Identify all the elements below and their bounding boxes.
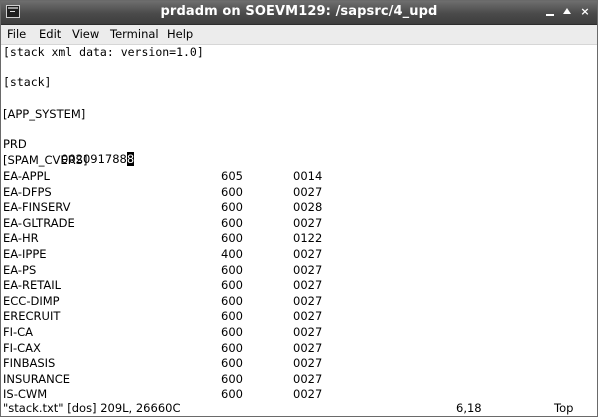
minimize-button[interactable] bbox=[543, 5, 557, 19]
component-release: 600 bbox=[221, 262, 243, 277]
component-level: 0122 bbox=[293, 231, 323, 246]
menu-file[interactable]: File bbox=[7, 27, 26, 41]
component-release: 605 bbox=[221, 169, 243, 183]
component-row: EA-APPL 605 0014 bbox=[1, 169, 597, 184]
component-name: EA-HR bbox=[3, 231, 39, 246]
component-name: EA-GLTRADE bbox=[3, 215, 75, 230]
status-file-info: "stack.txt" [dos] 209L, 26660C bbox=[3, 401, 181, 415]
component-release: 600 bbox=[221, 340, 243, 355]
component-row: ECC-DIMP 600 0027 bbox=[1, 294, 597, 309]
component-row: FI-CAX 600 0027 bbox=[1, 341, 597, 356]
component-level: 0027 bbox=[293, 293, 323, 308]
cursor: 8 bbox=[126, 152, 135, 166]
component-level: 0014 bbox=[293, 169, 323, 183]
status-scroll: Top bbox=[554, 401, 574, 415]
title-bar[interactable]: prdadm on SOEVM129: /sapsrc/4_upd × bbox=[1, 1, 597, 25]
component-name: EA-FINSERV bbox=[3, 200, 71, 215]
component-level: 0027 bbox=[293, 278, 323, 293]
maximize-button[interactable] bbox=[560, 5, 574, 19]
component-row: EA-PS 600 0027 bbox=[1, 263, 597, 278]
component-row: EA-DFPS 600 0027 bbox=[1, 185, 597, 200]
component-release: 600 bbox=[221, 387, 243, 402]
terminal-content[interactable]: [stack xml data: version=1.0] [stack] [A… bbox=[1, 45, 597, 416]
component-level: 0027 bbox=[293, 309, 323, 324]
component-level: 0027 bbox=[293, 215, 323, 230]
menu-view[interactable]: View bbox=[72, 27, 99, 41]
component-release: 600 bbox=[221, 293, 243, 308]
component-name: EA-APPL bbox=[3, 169, 50, 183]
component-row: INSURANCE 600 0027 bbox=[1, 372, 597, 387]
component-row: FI-CA 600 0027 bbox=[1, 325, 597, 340]
maximize-icon bbox=[563, 8, 571, 14]
component-name: ECC-DIMP bbox=[3, 293, 60, 308]
component-release: 600 bbox=[221, 309, 243, 324]
component-release: 600 bbox=[221, 356, 243, 371]
component-name: EA-PS bbox=[3, 262, 37, 277]
component-release: 600 bbox=[221, 325, 243, 339]
header-line: [stack xml data: version=1.0] bbox=[3, 45, 204, 59]
menu-help[interactable]: Help bbox=[167, 27, 193, 41]
component-name: ERECRUIT bbox=[3, 309, 61, 324]
component-row: ERECRUIT 600 0027 bbox=[1, 309, 597, 324]
component-row: EA-GLTRADE 600 0027 bbox=[1, 216, 597, 231]
app-system-row: PRD 0020917888 bbox=[1, 122, 597, 166]
component-release: 400 bbox=[221, 247, 243, 261]
component-name: EA-RETAIL bbox=[3, 278, 62, 293]
component-row: EA-FINSERV 600 0028 bbox=[1, 200, 597, 215]
component-level: 0027 bbox=[293, 184, 323, 199]
terminal-window: prdadm on SOEVM129: /sapsrc/4_upd × File… bbox=[0, 0, 598, 417]
menu-terminal[interactable]: Terminal bbox=[110, 27, 159, 41]
component-level: 0027 bbox=[293, 371, 323, 386]
component-level: 0027 bbox=[293, 356, 323, 371]
component-row: FINBASIS 600 0027 bbox=[1, 356, 597, 371]
app-system-header: [APP_SYSTEM] bbox=[3, 107, 86, 121]
minimize-icon bbox=[546, 14, 554, 16]
menu-edit[interactable]: Edit bbox=[39, 27, 61, 41]
component-release: 600 bbox=[221, 371, 243, 386]
menu-bar: File Edit View Terminal Help bbox=[1, 25, 597, 45]
close-button[interactable]: × bbox=[578, 5, 592, 19]
component-release: 600 bbox=[221, 184, 243, 199]
component-name: INSURANCE bbox=[3, 371, 71, 386]
stack-line: [stack] bbox=[3, 75, 52, 89]
component-level: 0028 bbox=[293, 200, 323, 215]
component-level: 0027 bbox=[293, 340, 323, 355]
status-position: 6,18 bbox=[456, 401, 482, 415]
component-name: EA-DFPS bbox=[3, 184, 52, 199]
component-name: FINBASIS bbox=[3, 356, 56, 371]
sid-value: PRD bbox=[3, 137, 27, 151]
component-row: EA-IPPE 400 0027 bbox=[1, 247, 597, 262]
component-name: FI-CA bbox=[3, 325, 34, 339]
component-level: 0027 bbox=[293, 325, 323, 339]
component-release: 600 bbox=[221, 215, 243, 230]
component-name: FI-CAX bbox=[3, 340, 41, 355]
component-release: 600 bbox=[221, 278, 243, 293]
component-release: 600 bbox=[221, 200, 243, 215]
component-level: 0027 bbox=[293, 247, 323, 261]
spam-header: [SPAM_CVERS] bbox=[3, 153, 88, 167]
component-row: EA-RETAIL 600 0027 bbox=[1, 278, 597, 293]
component-release: 600 bbox=[221, 231, 243, 246]
component-level: 0027 bbox=[293, 387, 323, 402]
component-name: EA-IPPE bbox=[3, 247, 47, 261]
window-title: prdadm on SOEVM129: /sapsrc/4_upd bbox=[160, 4, 438, 19]
component-row: EA-HR 600 0122 bbox=[1, 231, 597, 246]
component-level: 0027 bbox=[293, 262, 323, 277]
